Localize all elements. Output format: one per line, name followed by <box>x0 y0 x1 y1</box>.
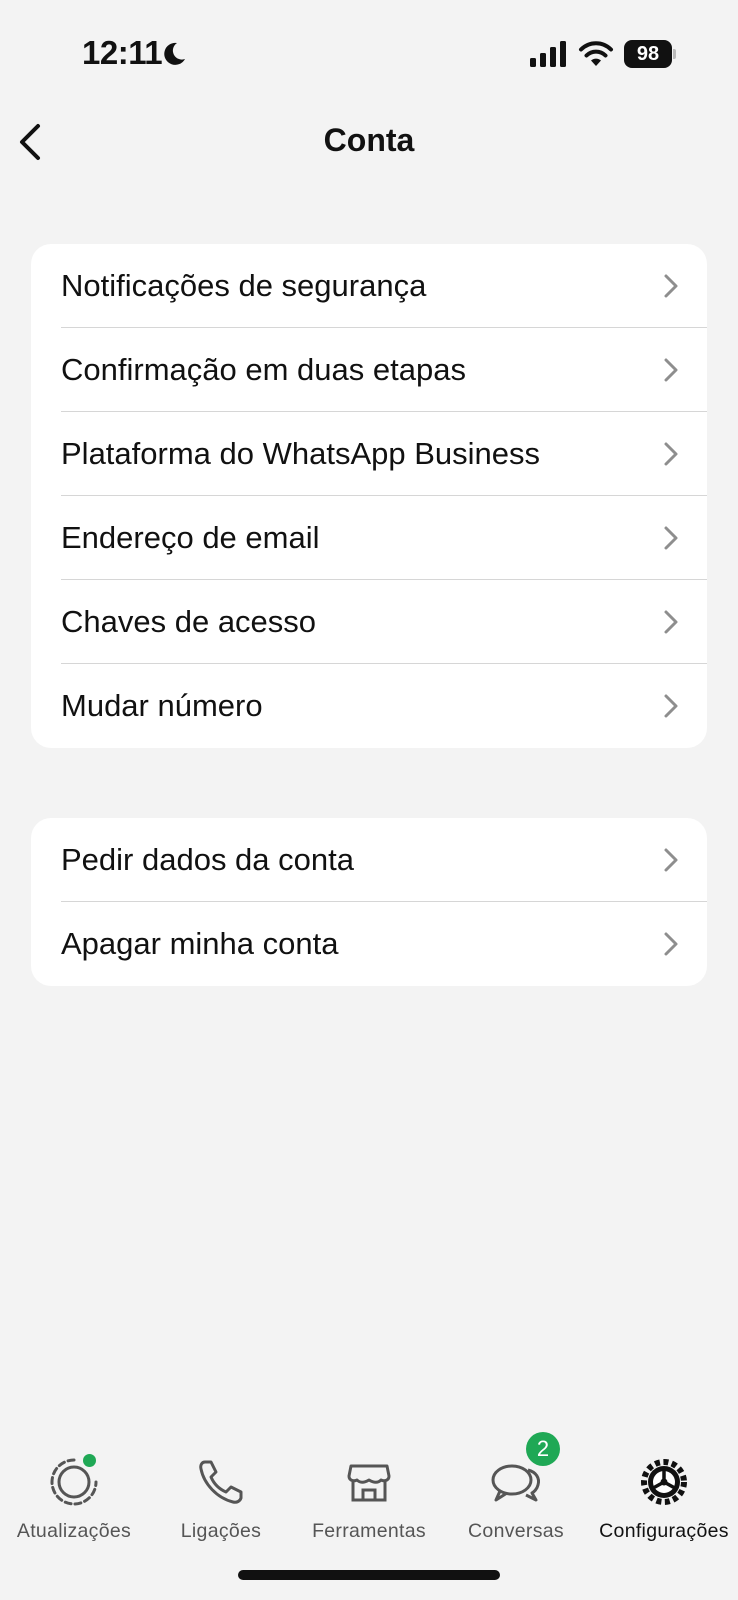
store-icon <box>347 1464 391 1502</box>
chevron-right-icon <box>664 694 678 718</box>
chats-count-badge: 2 <box>526 1432 560 1466</box>
moon-icon <box>164 42 185 65</box>
row-label: Notificações de segurança <box>61 268 427 303</box>
delete-account-row[interactable]: Apagar minha conta <box>31 902 707 986</box>
tab-label: Configurações <box>599 1520 729 1542</box>
passkeys-row[interactable]: Chaves de acesso <box>31 580 707 664</box>
row-label: Plataforma do WhatsApp Business <box>61 436 541 471</box>
tab-chats[interactable]: 2 Conversas <box>442 1432 590 1542</box>
home-indicator <box>238 1570 500 1580</box>
phone-icon <box>199 1460 243 1504</box>
wifi-icon <box>579 41 613 66</box>
battery-tip <box>673 49 676 59</box>
tab-label: Atualizações <box>16 1520 132 1542</box>
chevron-right-icon <box>664 526 678 550</box>
account-settings-group: Notificações de segurança Confirmação em… <box>31 244 707 748</box>
page-title: Conta <box>323 122 415 158</box>
business-platform-row[interactable]: Plataforma do WhatsApp Business <box>31 412 707 496</box>
tab-label: Conversas <box>468 1520 564 1542</box>
tab-calls[interactable]: Ligações <box>147 1440 295 1542</box>
security-notifications-row[interactable]: Notificações de segurança <box>31 244 707 328</box>
email-address-row[interactable]: Endereço de email <box>31 496 707 580</box>
gear-icon <box>641 1459 687 1505</box>
request-account-info-row[interactable]: Pedir dados da conta <box>31 818 707 902</box>
chevron-right-icon <box>664 442 678 466</box>
status-bar: 12:11 98 <box>0 0 738 110</box>
row-label: Chaves de acesso <box>61 604 317 639</box>
two-step-verification-row[interactable]: Confirmação em duas etapas <box>31 328 707 412</box>
account-data-group: Pedir dados da conta Apagar minha conta <box>31 818 707 986</box>
row-label: Endereço de email <box>61 520 320 555</box>
row-label: Mudar número <box>61 688 263 723</box>
row-label: Pedir dados da conta <box>61 842 354 877</box>
cellular-signal-icon <box>530 41 566 67</box>
nav-header: Conta <box>0 100 738 184</box>
battery-indicator: 98 <box>624 40 676 68</box>
tab-tools[interactable]: Ferramentas <box>295 1440 443 1542</box>
chevron-right-icon <box>664 274 678 298</box>
tab-label: Ligações <box>180 1520 262 1542</box>
battery-level: 98 <box>624 40 672 68</box>
tab-updates[interactable]: Atualizações <box>0 1440 148 1542</box>
updates-dot-badge <box>83 1454 96 1467</box>
tab-bar: Atualizações Ligações Ferramentas 2 Conv… <box>0 1432 738 1550</box>
chevron-right-icon <box>664 610 678 634</box>
tab-label: Ferramentas <box>312 1520 426 1542</box>
chevron-right-icon <box>664 848 678 872</box>
chevron-right-icon <box>664 358 678 382</box>
tab-settings[interactable]: Configurações <box>590 1440 738 1542</box>
row-label: Confirmação em duas etapas <box>61 352 466 387</box>
status-time: 12:11 <box>82 34 163 71</box>
chevron-right-icon <box>664 932 678 956</box>
row-label: Apagar minha conta <box>61 926 339 961</box>
change-number-row[interactable]: Mudar número <box>31 664 707 748</box>
